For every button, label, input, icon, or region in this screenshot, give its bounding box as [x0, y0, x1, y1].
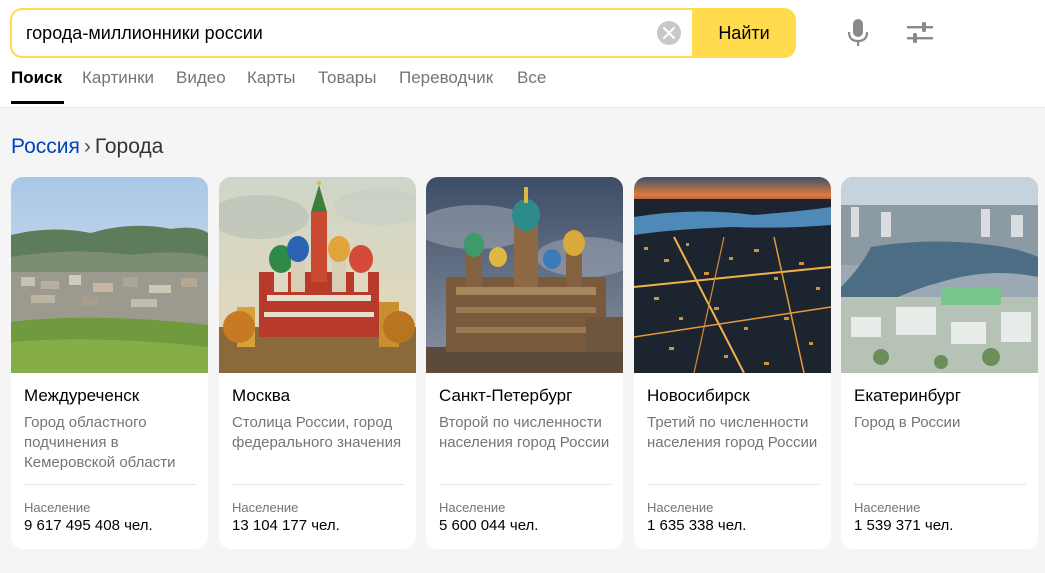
tab-products[interactable]: Товары	[318, 68, 376, 105]
city-description: Третий по численности населения город Ро…	[647, 414, 818, 451]
city-card-yekaterinburg[interactable]: Екатеринбург Город в России Население 1 …	[841, 177, 1038, 549]
city-title: Москва	[232, 386, 291, 405]
population-label: Население	[439, 500, 506, 515]
header: Найти Поиск Картинки Видео Карты Товары …	[0, 0, 1045, 108]
population-label: Население	[647, 500, 714, 515]
tab-all[interactable]: Все	[517, 68, 546, 105]
city-photo-yekaterinburg	[841, 177, 1038, 373]
population-value: 1 635 338 чел.	[647, 517, 747, 534]
search-settings-button[interactable]	[904, 17, 936, 49]
breadcrumb-separator: ›	[83, 135, 91, 158]
card-divider	[647, 484, 819, 485]
population-label: Население	[854, 500, 921, 515]
search-box: Найти	[10, 8, 796, 58]
city-photo-novosibirsk	[634, 177, 831, 373]
card-divider	[854, 484, 1026, 485]
city-photo-mezhdurechensk	[11, 177, 208, 373]
city-card-saint-petersburg[interactable]: Санкт-Петербург Второй по численности на…	[426, 177, 623, 549]
tab-translator[interactable]: Переводчик	[399, 68, 493, 105]
card-divider	[439, 484, 611, 485]
card-divider	[232, 484, 404, 485]
voice-search-button[interactable]	[842, 17, 874, 49]
active-tab-indicator	[11, 101, 64, 104]
population-value: 1 539 371 чел.	[854, 517, 954, 534]
search-field	[12, 10, 692, 56]
tab-search[interactable]: Поиск	[11, 68, 62, 105]
city-title: Новосибирск	[647, 386, 750, 405]
city-description: Город областного подчинения в Кемеровско…	[24, 414, 176, 471]
city-card-moscow[interactable]: Москва Столица России, город федеральног…	[219, 177, 416, 549]
breadcrumb: Россия › Города	[11, 135, 163, 159]
sliders-icon	[907, 22, 933, 43]
city-description: Столица России, город федерального значе…	[232, 414, 402, 451]
city-photo-moscow	[219, 177, 416, 373]
close-icon	[663, 27, 675, 39]
population-label: Население	[232, 500, 299, 515]
city-title: Санкт-Петербург	[439, 386, 573, 405]
tab-video[interactable]: Видео	[176, 68, 226, 105]
clear-button[interactable]	[657, 21, 681, 45]
tab-maps[interactable]: Карты	[247, 68, 295, 105]
population-label: Население	[24, 500, 91, 515]
city-title: Екатеринбург	[854, 386, 961, 405]
card-divider	[24, 484, 196, 485]
search-button[interactable]: Найти	[692, 10, 794, 56]
population-value: 9 617 495 408 чел.	[24, 517, 153, 534]
breadcrumb-link-russia[interactable]: Россия	[11, 135, 80, 158]
city-photo-saint-petersburg	[426, 177, 623, 373]
population-value: 13 104 177 чел.	[232, 517, 340, 534]
tab-images[interactable]: Картинки	[82, 68, 154, 105]
city-title: Междуреченск	[24, 386, 140, 405]
population-value: 5 600 044 чел.	[439, 517, 539, 534]
search-input[interactable]	[26, 21, 646, 45]
city-description: Город в России	[854, 414, 961, 431]
city-card-mezhdurechensk[interactable]: Междуреченск Город областного подчинения…	[11, 177, 208, 549]
breadcrumb-current: Города	[94, 135, 164, 158]
city-card-novosibirsk[interactable]: Новосибирск Третий по численности населе…	[634, 177, 831, 549]
city-description: Второй по численности населения город Ро…	[439, 414, 610, 451]
microphone-icon	[847, 19, 869, 46]
